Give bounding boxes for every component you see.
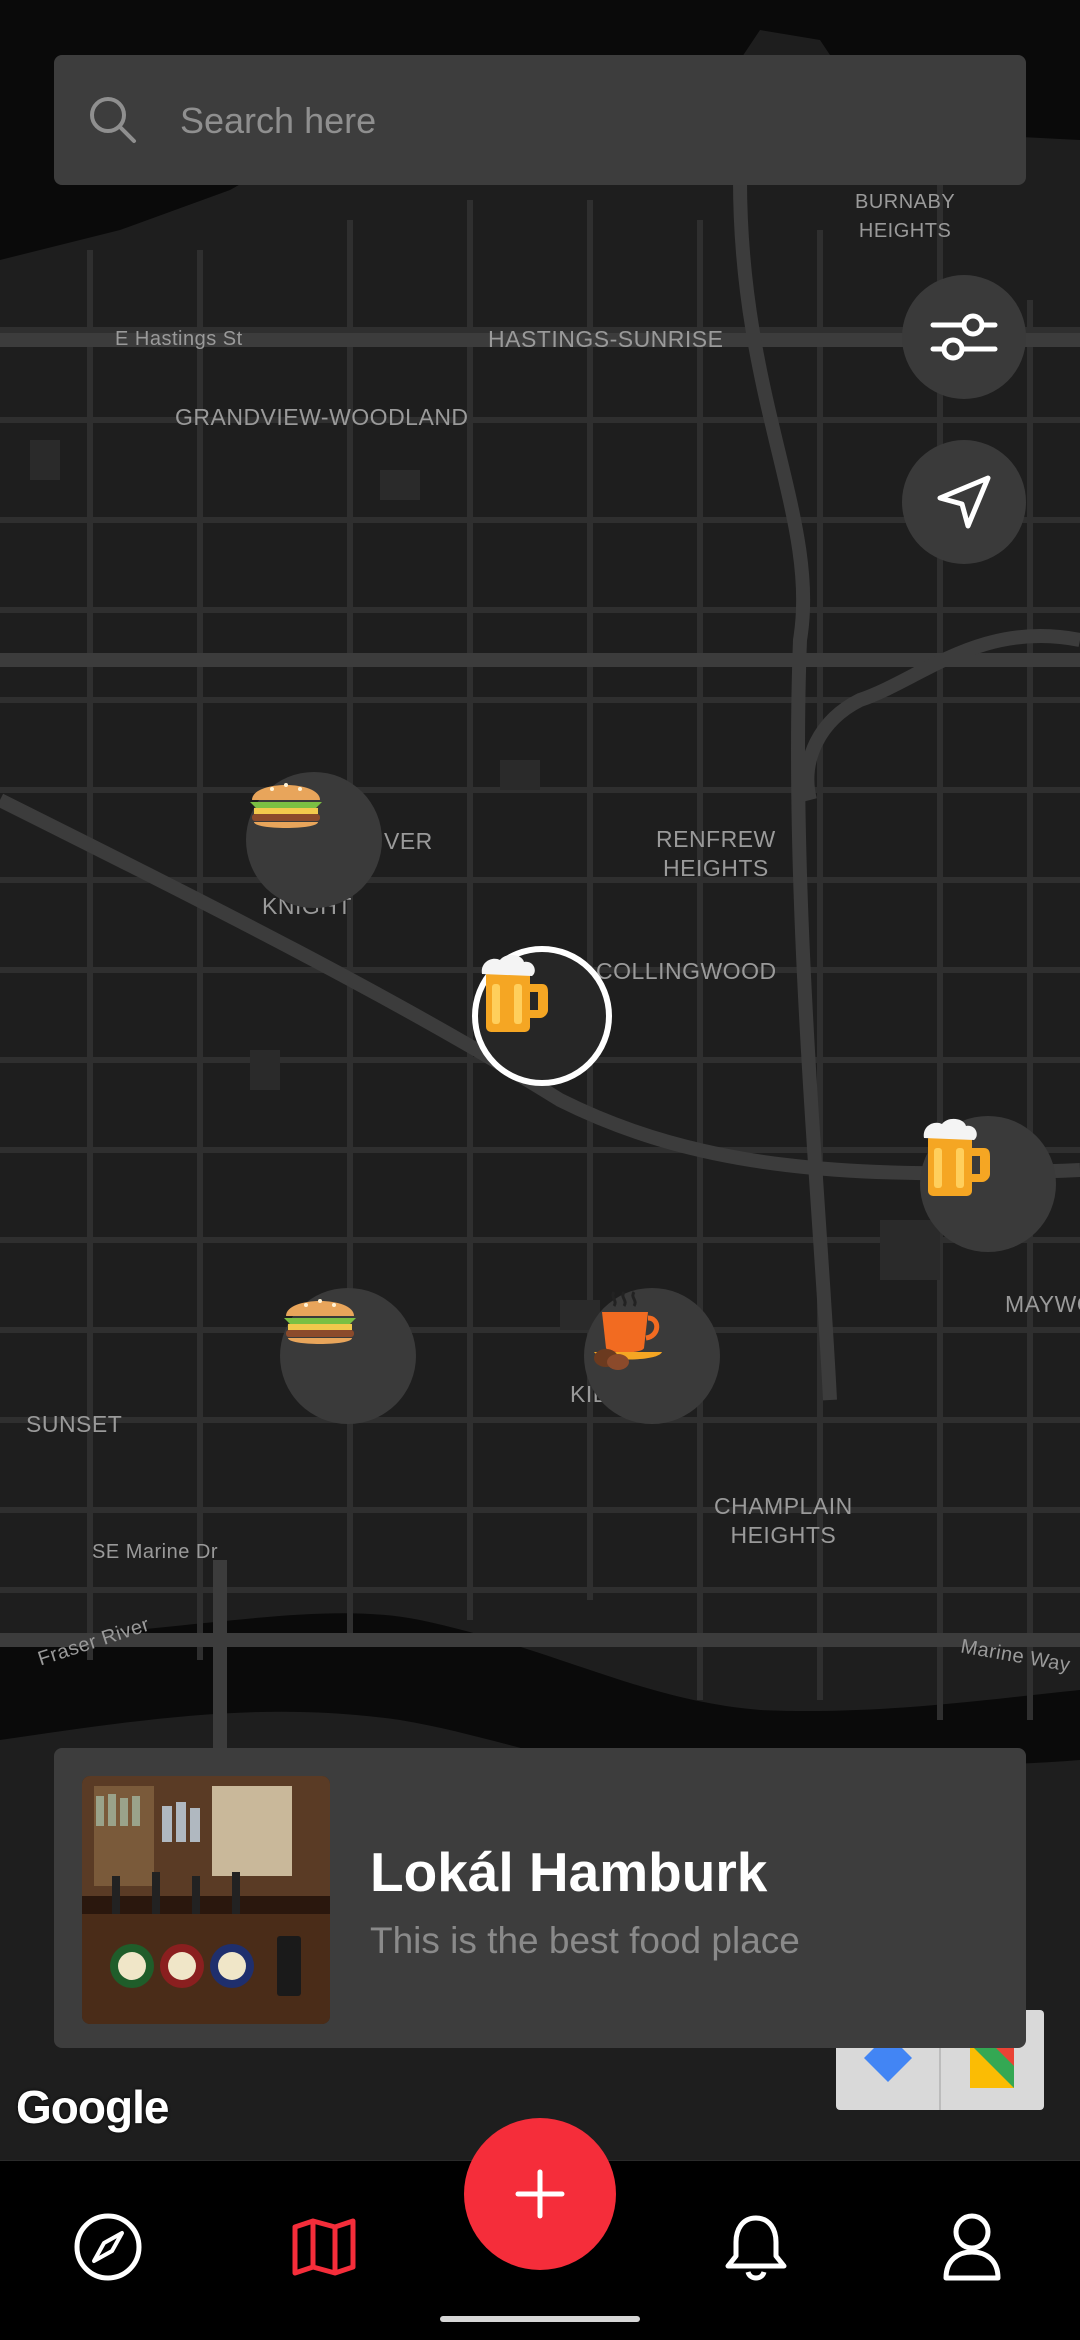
beer-icon bbox=[481, 954, 548, 1032]
place-card[interactable]: Lokál Hamburk This is the best food plac… bbox=[54, 1748, 1026, 2048]
map-label-e-hastings: E Hastings St bbox=[115, 328, 243, 350]
app-screen: BURNABY HEIGHTS E Hastings St HASTINGS-S… bbox=[0, 0, 1080, 2340]
nav-notifications[interactable] bbox=[716, 2207, 796, 2287]
plus-icon bbox=[515, 2169, 565, 2219]
google-attribution: Google bbox=[16, 2081, 169, 2133]
burger-icon bbox=[284, 1299, 356, 1344]
add-place-button[interactable] bbox=[464, 2118, 616, 2270]
home-indicator[interactable] bbox=[440, 2316, 640, 2322]
sliders-icon bbox=[930, 313, 998, 361]
compass-icon bbox=[74, 2213, 142, 2281]
map-label-ver: VER bbox=[384, 828, 433, 854]
map-label-champlain: CHAMPLAIN HEIGHTS bbox=[714, 1493, 853, 1548]
map-label-hastings-sunrise: HASTINGS-SUNRISE bbox=[488, 326, 724, 352]
nav-map[interactable] bbox=[284, 2207, 364, 2287]
map-marker-burger[interactable] bbox=[280, 1288, 416, 1424]
map-label-renfrew: RENFREW HEIGHTS bbox=[656, 826, 776, 881]
search-icon bbox=[90, 97, 136, 143]
navigation-arrow-icon bbox=[937, 475, 991, 529]
beer-icon bbox=[923, 1118, 990, 1196]
place-title: Lokál Hamburk bbox=[370, 1841, 768, 1903]
map-marker-coffee[interactable] bbox=[584, 1288, 720, 1424]
filter-button[interactable] bbox=[902, 275, 1026, 399]
burger-icon bbox=[250, 783, 322, 828]
nav-profile[interactable] bbox=[932, 2207, 1012, 2287]
my-location-button[interactable] bbox=[902, 440, 1026, 564]
map-icon bbox=[292, 2218, 356, 2276]
map-label-se-marine: SE Marine Dr bbox=[92, 1541, 219, 1563]
bar-photo bbox=[82, 1776, 330, 2024]
map-marker-burger[interactable] bbox=[246, 772, 382, 908]
search-input[interactable] bbox=[178, 85, 1002, 157]
map-marker-beer[interactable] bbox=[920, 1116, 1056, 1252]
user-icon bbox=[943, 2213, 1001, 2281]
map-label-maywood: MAYWO bbox=[1005, 1291, 1080, 1317]
bell-icon bbox=[725, 2215, 787, 2281]
nav-explore[interactable] bbox=[68, 2207, 148, 2287]
map-marker-beer-selected[interactable] bbox=[472, 946, 612, 1086]
search-bar[interactable] bbox=[54, 55, 1026, 185]
map-label-collingwood: COLLINGWOOD bbox=[596, 958, 777, 984]
map-label-sunset: SUNSET bbox=[26, 1411, 123, 1437]
map-label-burnaby-heights: BURNABY HEIGHTS bbox=[855, 191, 956, 242]
place-photo bbox=[82, 1776, 330, 2024]
map-label-grandview: GRANDVIEW-WOODLAND bbox=[175, 404, 469, 430]
place-subtitle: This is the best food place bbox=[370, 1920, 800, 1961]
coffee-icon bbox=[594, 1291, 662, 1370]
